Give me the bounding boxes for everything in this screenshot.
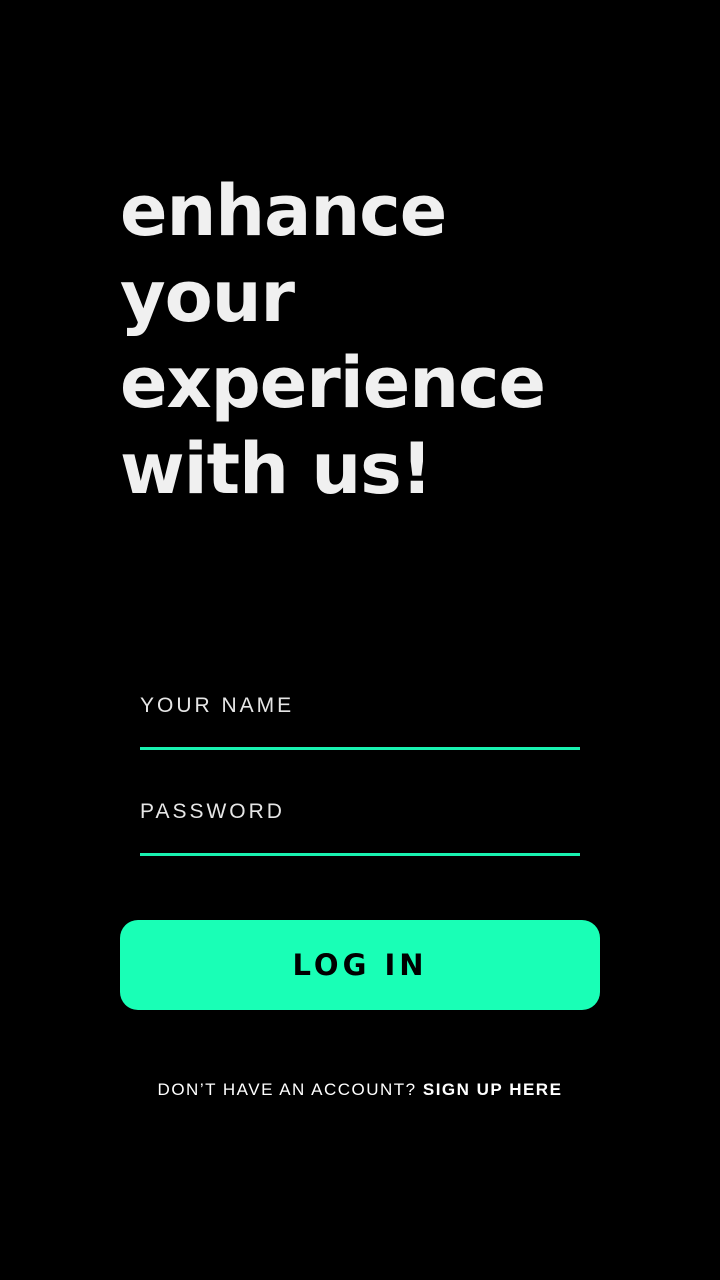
page-headline: enhance your experience with us! — [120, 168, 640, 512]
signup-prompt-text: DON’T HAVE AN ACCOUNT? — [157, 1080, 417, 1099]
login-button[interactable]: LOG IN — [120, 920, 600, 1010]
headline-line: your — [120, 256, 295, 338]
password-field — [140, 796, 580, 856]
headline-line: experience — [120, 342, 546, 424]
signup-link[interactable]: SIGN UP HERE — [423, 1080, 563, 1099]
name-input[interactable] — [140, 690, 580, 722]
signup-prompt-row: DON’T HAVE AN ACCOUNT? SIGN UP HERE — [0, 1080, 720, 1100]
password-input[interactable] — [140, 796, 580, 828]
headline-line: with us! — [120, 428, 433, 510]
name-field — [140, 690, 580, 750]
headline-line: enhance — [120, 170, 447, 252]
